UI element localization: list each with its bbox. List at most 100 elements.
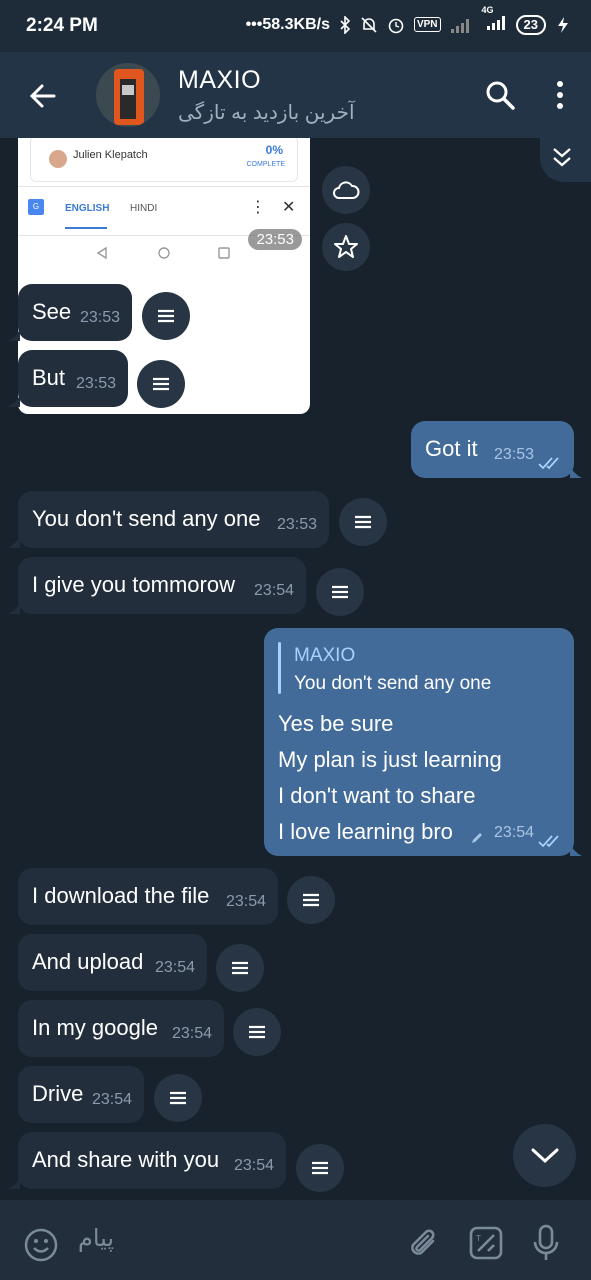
message-time: 23:54	[171, 1025, 212, 1042]
vpn-badge: VPN	[413, 17, 441, 32]
tab-hindi: HINDI	[130, 203, 158, 214]
network-speed: •••58.3KB/s	[245, 15, 330, 33]
message-text: I download the file	[32, 883, 210, 908]
status-icons: •••58.3KB/s VPN 4G 23	[245, 5, 571, 35]
avatar[interactable]	[96, 63, 160, 127]
microphone-icon[interactable]	[532, 1224, 560, 1262]
signal-4g-icon	[486, 16, 505, 30]
emoji-icon[interactable]	[24, 1228, 58, 1262]
lines-icon	[249, 1025, 265, 1039]
message-time: 23:54	[225, 893, 266, 910]
attach-icon[interactable]	[406, 1226, 442, 1262]
instructor-photo	[49, 150, 67, 168]
double-chevron-down-icon	[553, 148, 571, 167]
chat-header: MAXIO آخرین بازدید به تازگی	[0, 52, 591, 138]
message-options-button[interactable]	[339, 498, 387, 546]
message-line: Yes be sure	[278, 711, 394, 736]
message-text: And upload	[32, 949, 144, 974]
reply-message-bubble[interactable]: MAXIO You don't send any one Yes be sure…	[264, 628, 574, 856]
bubble-tail	[570, 844, 582, 856]
message-bubble[interactable]: You don't send any one 23:53	[18, 491, 329, 548]
message-bubble[interactable]: But 23:53	[18, 350, 128, 407]
sticker-icon[interactable]: T	[468, 1225, 504, 1261]
instructor-name: Julien Klepatch	[73, 149, 148, 161]
bubble-tail	[8, 602, 20, 614]
bubble-tail	[8, 395, 20, 407]
read-checks-icon	[538, 457, 559, 470]
message-text: But	[32, 365, 66, 390]
message-options-button[interactable]	[216, 944, 264, 992]
bubble-tail	[8, 329, 20, 341]
bluetooth-icon	[340, 15, 351, 34]
course-progress-card: Julien Klepatch 0% COMPLETE	[30, 138, 298, 182]
battery-indicator: 23	[515, 14, 546, 35]
progress-label: COMPLETE	[246, 161, 285, 168]
scroll-down-button[interactable]	[513, 1124, 576, 1187]
message-bubble[interactable]: See 23:53	[18, 284, 132, 341]
save-to-cloud-button[interactable]	[322, 166, 370, 214]
message-text: I give you tommorow	[32, 572, 235, 597]
search-icon[interactable]	[484, 79, 516, 111]
back-arrow-icon[interactable]	[24, 78, 60, 114]
message-time: 23:54	[91, 1091, 132, 1108]
message-line: My plan is just learning	[278, 747, 502, 772]
favorite-button[interactable]	[322, 223, 370, 271]
charging-icon	[558, 16, 568, 33]
chevron-down-icon	[531, 1148, 559, 1164]
read-checks-icon	[538, 835, 559, 848]
bubble-tail	[8, 1177, 20, 1189]
message-time: 23:53	[276, 516, 317, 533]
message-line: I love learning bro	[278, 819, 453, 844]
last-seen-status: آخرین بازدید به تازگی	[178, 102, 355, 124]
message-options-button[interactable]	[287, 876, 335, 924]
message-list[interactable]: Julien Klepatch 0% COMPLETE G ENGLISH HI…	[0, 138, 591, 1200]
message-text: You don't send any one	[32, 506, 261, 531]
lines-icon	[170, 1091, 186, 1105]
message-options-button[interactable]	[142, 292, 190, 340]
message-time: 23:54	[154, 959, 195, 976]
message-input-bar: پیام T	[0, 1200, 591, 1280]
bubble-tail	[570, 466, 582, 478]
reply-quoted-text[interactable]: You don't send any one	[294, 670, 491, 698]
message-bubble[interactable]: In my google 23:54	[18, 1000, 224, 1057]
lines-icon	[303, 893, 319, 907]
message-bubble[interactable]: I download the file 23:54	[18, 868, 278, 925]
scroll-to-top-button[interactable]	[540, 138, 591, 182]
lines-icon	[312, 1161, 328, 1175]
signal-4g: 4G	[481, 5, 507, 35]
lines-icon	[355, 515, 371, 529]
lines-icon	[232, 961, 248, 975]
message-text: Got it	[425, 436, 478, 461]
message-bubble[interactable]: Drive 23:54	[18, 1066, 144, 1123]
message-text: And share with you	[32, 1147, 220, 1172]
status-time: 2:24 PM	[26, 15, 98, 36]
message-bubble[interactable]: And share with you 23:54	[18, 1132, 286, 1189]
mute-icon	[361, 16, 377, 33]
progress-percent: 0%	[265, 143, 283, 157]
message-time: 23:54	[493, 824, 534, 841]
svg-text:T: T	[475, 1234, 481, 1243]
signal-icon	[450, 18, 469, 33]
message-options-button[interactable]	[233, 1008, 281, 1056]
reply-sender-name[interactable]: MAXIO	[294, 642, 355, 670]
message-time: 23:54	[253, 582, 294, 599]
message-options-button[interactable]	[137, 360, 185, 408]
chat-title[interactable]: MAXIO	[178, 66, 261, 95]
message-line: I don't want to share	[278, 783, 476, 808]
message-options-button[interactable]	[154, 1074, 202, 1122]
message-input[interactable]: پیام	[78, 1224, 114, 1253]
message-bubble[interactable]: And upload 23:54	[18, 934, 207, 991]
message-time: 23:53	[79, 309, 120, 326]
close-icon: ✕	[282, 199, 296, 216]
google-translate-icon: G	[28, 199, 44, 215]
message-time: 23:53	[248, 229, 302, 250]
message-options-button[interactable]	[296, 1144, 344, 1192]
lines-icon	[332, 585, 348, 599]
message-options-button[interactable]	[316, 568, 364, 616]
message-bubble[interactable]: I give you tommorow 23:54	[18, 557, 306, 614]
bubble-tail	[8, 536, 20, 548]
more-options-icon[interactable]	[548, 79, 572, 111]
message-bubble-outgoing[interactable]: Got it 23:53	[411, 421, 574, 478]
edited-pencil-icon	[472, 833, 482, 843]
cloud-icon	[333, 181, 360, 199]
